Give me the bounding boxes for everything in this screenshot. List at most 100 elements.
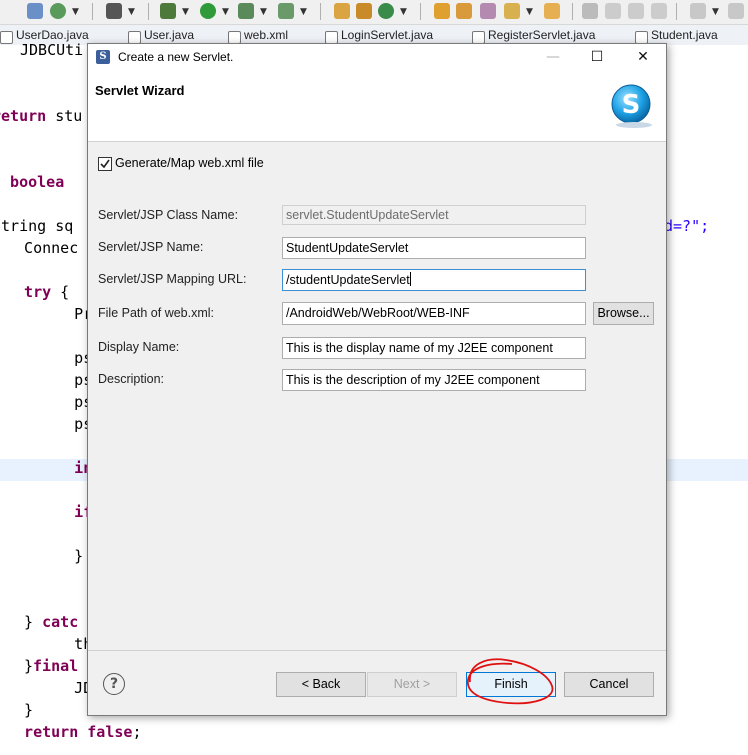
code-text: stu [46, 107, 83, 125]
code-line: ps [20, 415, 93, 433]
code-line: JD [20, 679, 93, 697]
layout-icon[interactable] [628, 3, 644, 19]
checkmark-icon [100, 159, 110, 169]
servlet-name-label: Servlet/JSP Name: [98, 240, 204, 254]
minimize-button[interactable]: — [533, 46, 573, 68]
chevron-down-icon[interactable]: ▼ [72, 7, 79, 17]
java-file-icon [0, 31, 13, 44]
svg-text:S: S [622, 90, 641, 120]
chevron-down-icon[interactable]: ▼ [182, 7, 189, 17]
text-cursor [409, 272, 411, 286]
code-line: ps [20, 393, 93, 411]
code-keyword: catc [42, 613, 79, 631]
new-class-icon[interactable] [378, 3, 394, 19]
save-all-icon[interactable] [27, 3, 43, 19]
editor-tabs: UserDao.java User.java web.xml LoginServ… [0, 25, 748, 45]
open-type-icon[interactable] [456, 3, 472, 19]
class-name-label: Servlet/JSP Class Name: [98, 208, 239, 222]
wizard-form: Generate/Map web.xml file Servlet/JSP Cl… [88, 142, 666, 650]
debug-icon[interactable] [160, 3, 176, 19]
code-line: try { [6, 283, 69, 301]
edit-icon[interactable] [605, 3, 621, 19]
tab-label: UserDao.java [16, 28, 89, 42]
filepath-label: File Path of web.xml: [98, 306, 215, 320]
code-line: if [20, 503, 93, 521]
code-line: return stu [0, 107, 82, 125]
filepath-field[interactable]: /AndroidWeb/WebRoot/WEB-INF [282, 302, 586, 325]
paragraph-icon[interactable] [651, 3, 667, 19]
wizard-banner: Servlet Wizard S [88, 71, 666, 142]
myeclipse-icon: S [96, 50, 110, 64]
code-text: ; [132, 723, 142, 741]
chevron-down-icon[interactable]: ▼ [400, 7, 407, 17]
code-line: c boolea [0, 173, 65, 191]
toolbar-separator [92, 3, 93, 20]
dialog-title: Create a new Servlet. [118, 50, 234, 64]
back-button[interactable]: < Back [276, 672, 366, 697]
next-button: Next > [367, 672, 457, 697]
chevron-down-icon[interactable]: ▼ [526, 7, 533, 17]
code-line: ps [20, 371, 93, 389]
tab-label: Student.java [651, 28, 718, 42]
code-keyword: final [33, 657, 79, 675]
run-icon[interactable] [200, 3, 216, 19]
terminal-icon[interactable] [106, 3, 122, 19]
code-line: ps [20, 349, 93, 367]
display-name-label: Display Name: [98, 340, 180, 354]
tab-label: RegisterServlet.java [488, 28, 596, 42]
mapping-url-value: /studentUpdateServlet [286, 273, 410, 287]
code-line: } [6, 701, 34, 719]
code-line: JDBCUti [20, 41, 84, 59]
code-text: { [51, 283, 70, 301]
dialog-titlebar[interactable]: S Create a new Servlet. — ☐ ✕ [88, 44, 666, 71]
close-button[interactable]: ✕ [623, 46, 663, 68]
pin-icon[interactable] [582, 3, 598, 19]
code-line: Pr [20, 305, 93, 323]
code-line: }final [24, 657, 78, 675]
generate-webxml-checkbox[interactable] [98, 157, 112, 171]
back-history-icon[interactable] [728, 3, 744, 19]
maximize-button[interactable]: ☐ [577, 46, 617, 68]
mapping-url-field[interactable]: /studentUpdateServlet [282, 269, 586, 291]
chevron-down-icon[interactable]: ▼ [128, 7, 135, 17]
finish-button[interactable]: Finish [466, 672, 556, 697]
external-tools-icon[interactable] [238, 3, 254, 19]
server-icon[interactable] [278, 3, 294, 19]
new-project-icon[interactable] [334, 3, 350, 19]
tab-label: web.xml [244, 28, 289, 42]
new-package-icon[interactable] [356, 3, 372, 19]
mapping-url-label: Servlet/JSP Mapping URL: [98, 272, 247, 286]
servlet-logo-icon: S [611, 84, 652, 128]
display-name-field[interactable]: This is the display name of my J2EE comp… [282, 337, 586, 359]
tab-label: User.java [144, 28, 195, 42]
code-line: } [20, 547, 84, 565]
web-icon[interactable] [50, 3, 66, 19]
code-text: } [6, 613, 43, 631]
code-keyword: try [6, 283, 52, 301]
class-name-field: servlet.StudentUpdateServlet [282, 205, 586, 225]
code-line: in [20, 459, 93, 477]
open-folder-icon[interactable] [434, 3, 450, 19]
help-icon[interactable]: ? [103, 673, 125, 695]
browse-button[interactable]: Browse... [593, 302, 654, 325]
code-text: } [24, 657, 34, 675]
toolbar-separator [420, 3, 421, 20]
chevron-down-icon[interactable]: ▼ [712, 7, 719, 17]
navigate-icon[interactable] [690, 3, 706, 19]
code-line: Connec [6, 239, 79, 257]
button-bar-separator [88, 650, 666, 651]
description-field[interactable]: This is the description of my J2EE compo… [282, 369, 586, 391]
toolbar-separator [676, 3, 677, 20]
servlet-name-field[interactable]: StudentUpdateServlet [282, 237, 586, 259]
chevron-down-icon[interactable]: ▼ [300, 7, 307, 17]
chevron-down-icon[interactable]: ▼ [222, 7, 229, 17]
toolbar-separator [572, 3, 573, 20]
description-label: Description: [98, 372, 164, 386]
cancel-button[interactable]: Cancel [564, 672, 654, 697]
folder-icon[interactable] [544, 3, 560, 19]
wand-icon[interactable] [504, 3, 520, 19]
code-keyword: return false [6, 723, 133, 741]
chevron-down-icon[interactable]: ▼ [260, 7, 267, 17]
wizard-title: Servlet Wizard [95, 83, 185, 98]
open-resource-icon[interactable] [480, 3, 496, 19]
